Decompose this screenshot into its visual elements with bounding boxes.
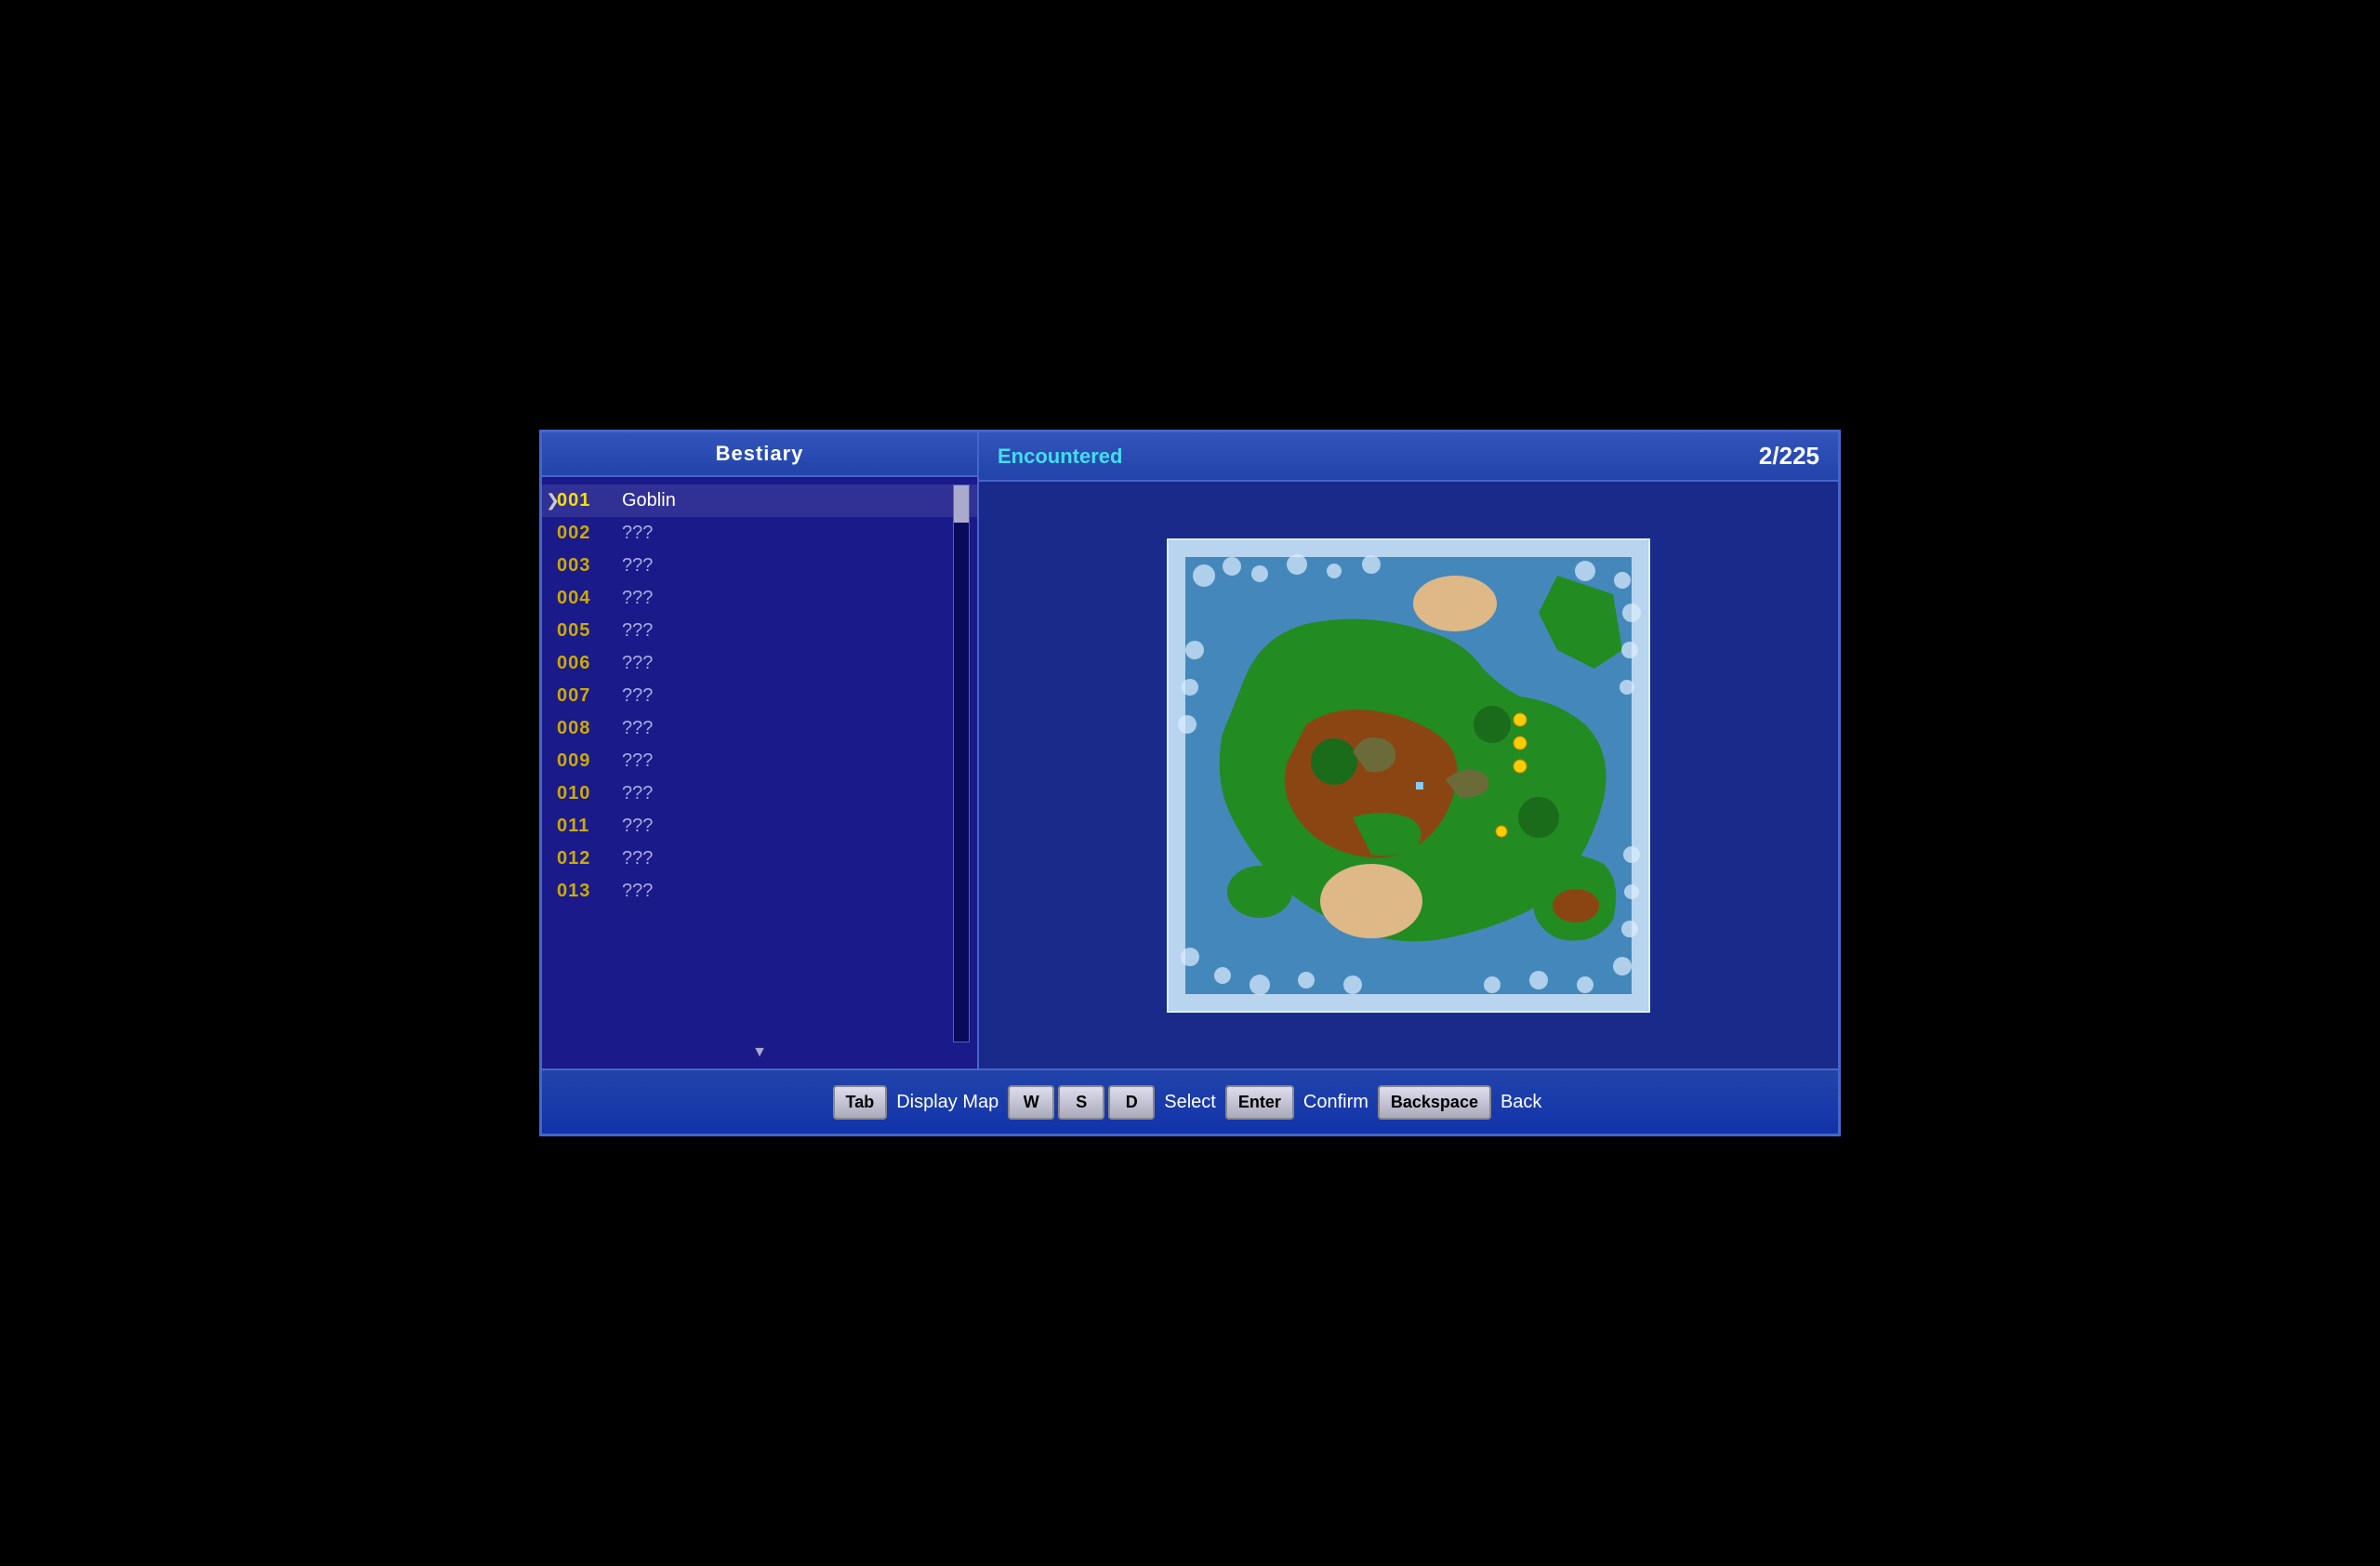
left-panel: Bestiary ❯001Goblin002???003???004???005… <box>542 432 979 1068</box>
bestiary-title: Bestiary <box>716 442 804 465</box>
monster-number: 009 <box>557 750 613 772</box>
enter-key-button[interactable]: Enter <box>1225 1085 1294 1120</box>
monster-number: 005 <box>557 620 613 642</box>
monster-name: ??? <box>622 555 653 577</box>
display-map-label: Display Map <box>896 1092 998 1113</box>
monster-number: 010 <box>557 783 613 804</box>
cursor-arrow-icon: ❯ <box>546 491 560 511</box>
world-map-svg <box>1167 538 1650 1013</box>
monster-name: ??? <box>622 588 653 609</box>
monster-number: 004 <box>557 588 613 609</box>
monster-list: ❯001Goblin002???003???004???005???006???… <box>542 477 977 915</box>
monster-item[interactable]: 009??? <box>542 745 977 777</box>
monster-name: ??? <box>622 750 653 772</box>
monster-name: ??? <box>622 783 653 804</box>
monster-number: 012 <box>557 848 613 869</box>
select-label: Select <box>1164 1092 1216 1113</box>
monster-name: Goblin <box>622 490 676 511</box>
monster-item[interactable]: 011??? <box>542 810 977 843</box>
monster-name: ??? <box>622 848 653 869</box>
main-area: Bestiary ❯001Goblin002???003???004???005… <box>542 432 1838 1068</box>
monster-item[interactable]: 005??? <box>542 615 977 647</box>
monster-item[interactable]: 010??? <box>542 777 977 810</box>
map-area <box>979 482 1838 1068</box>
encounter-count: 2/225 <box>1759 442 1819 471</box>
monster-item[interactable]: 012??? <box>542 843 977 875</box>
scrollbar-track[interactable] <box>953 484 970 1042</box>
monster-number: 002 <box>557 523 613 544</box>
monster-number: 001 <box>557 490 613 511</box>
world-map <box>1167 538 1650 1013</box>
monster-item[interactable]: 002??? <box>542 517 977 550</box>
s-key-button[interactable]: S <box>1058 1085 1104 1120</box>
monster-list-area[interactable]: ❯001Goblin002???003???004???005???006???… <box>542 477 977 1068</box>
monster-number: 006 <box>557 653 613 674</box>
bestiary-header: Bestiary <box>542 432 977 477</box>
right-header: Encountered 2/225 <box>979 432 1838 482</box>
monster-name: ??? <box>622 620 653 642</box>
monster-number: 011 <box>557 816 613 837</box>
monster-item[interactable]: 003??? <box>542 550 977 582</box>
game-window: Bestiary ❯001Goblin002???003???004???005… <box>539 430 1841 1136</box>
encountered-label: Encountered <box>998 445 1122 469</box>
monster-number: 003 <box>557 555 613 577</box>
back-label: Back <box>1501 1092 1541 1113</box>
monster-name: ??? <box>622 523 653 544</box>
monster-number: 013 <box>557 881 613 902</box>
monster-item[interactable]: 008??? <box>542 712 977 745</box>
tab-key-button[interactable]: Tab <box>833 1085 888 1120</box>
right-panel: Encountered 2/225 <box>979 432 1838 1068</box>
monster-name: ??? <box>622 816 653 837</box>
monster-item[interactable]: 007??? <box>542 680 977 712</box>
monster-name: ??? <box>622 881 653 902</box>
w-key-button[interactable]: W <box>1008 1085 1054 1120</box>
monster-number: 008 <box>557 718 613 739</box>
monster-name: ??? <box>622 685 653 707</box>
backspace-key-button[interactable]: Backspace <box>1378 1085 1491 1120</box>
monster-item[interactable]: ❯001 Goblin <box>542 484 977 517</box>
monster-item[interactable]: 004??? <box>542 582 977 615</box>
monster-item[interactable]: 013??? <box>542 875 977 908</box>
bottom-bar: Tab Display Map W S D Select Enter Confi… <box>542 1068 1838 1134</box>
confirm-label: Confirm <box>1303 1092 1368 1113</box>
monster-number: 007 <box>557 685 613 707</box>
scroll-arrow-down-icon[interactable]: ▼ <box>752 1044 767 1061</box>
d-key-button[interactable]: D <box>1108 1085 1155 1120</box>
monster-name: ??? <box>622 653 653 674</box>
scrollbar-thumb <box>954 485 969 523</box>
monster-item[interactable]: 006??? <box>542 647 977 680</box>
monster-name: ??? <box>622 718 653 739</box>
